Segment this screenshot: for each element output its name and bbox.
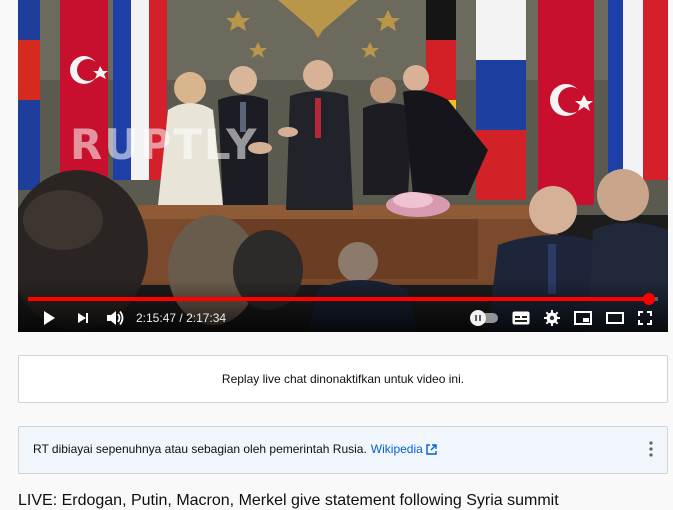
theater-icon xyxy=(606,312,624,324)
fullscreen-button[interactable] xyxy=(638,311,652,325)
live-chat-replay-box: Replay live chat dinonaktifkan untuk vid… xyxy=(18,355,668,403)
video-title: LIVE: Erdogan, Putin, Macron, Merkel giv… xyxy=(18,492,559,509)
progress-fill xyxy=(28,297,650,301)
funding-info-text: RT dibiayai sepenuhnya atau sebagian ole… xyxy=(33,442,437,458)
funding-info-message: RT dibiayai sepenuhnya atau sebagian ole… xyxy=(33,442,367,456)
autoplay-track xyxy=(470,310,498,326)
miniplayer-icon xyxy=(574,311,592,325)
theater-mode-button[interactable] xyxy=(606,312,624,324)
kebab-menu-icon xyxy=(649,440,653,460)
autoplay-pause-icon xyxy=(474,314,482,322)
autoplay-toggle[interactable] xyxy=(470,310,498,326)
right-controls xyxy=(470,310,668,326)
play-button[interactable] xyxy=(32,310,66,326)
time-display: 2:15:47 / 2:17:34 xyxy=(136,311,226,325)
fullscreen-icon xyxy=(638,311,652,325)
next-icon xyxy=(76,311,90,325)
video-player[interactable]: RUPTLY 2:15:47 / 2:17:34 xyxy=(18,0,668,332)
external-link-icon xyxy=(426,444,437,458)
wikipedia-link-label: Wikipedia xyxy=(370,442,423,456)
chat-disabled-message: Replay live chat dinonaktifkan untuk vid… xyxy=(221,372,465,386)
miniplayer-button[interactable] xyxy=(574,311,592,325)
gear-icon xyxy=(544,310,560,326)
subtitles-icon xyxy=(512,311,530,325)
time-current: 2:15:47 xyxy=(136,311,177,325)
settings-button[interactable] xyxy=(544,310,560,326)
watermark-text: RUPTLY xyxy=(70,120,259,169)
funding-info-panel: RT dibiayai sepenuhnya atau sebagian ole… xyxy=(18,426,668,474)
more-options-button[interactable] xyxy=(649,440,653,460)
time-total: 2:17:34 xyxy=(186,311,227,325)
subtitles-button[interactable] xyxy=(512,311,530,325)
mute-button[interactable] xyxy=(100,310,130,326)
play-icon xyxy=(41,310,57,326)
autoplay-knob xyxy=(470,310,486,326)
volume-icon xyxy=(106,310,124,326)
next-button[interactable] xyxy=(66,311,100,325)
progress-bar[interactable] xyxy=(28,293,658,305)
time-separator: / xyxy=(176,311,187,325)
channel-watermark: RUPTLY xyxy=(70,120,259,169)
wikipedia-link[interactable]: Wikipedia xyxy=(371,442,437,456)
player-controls: 2:15:47 / 2:17:34 xyxy=(18,304,668,332)
